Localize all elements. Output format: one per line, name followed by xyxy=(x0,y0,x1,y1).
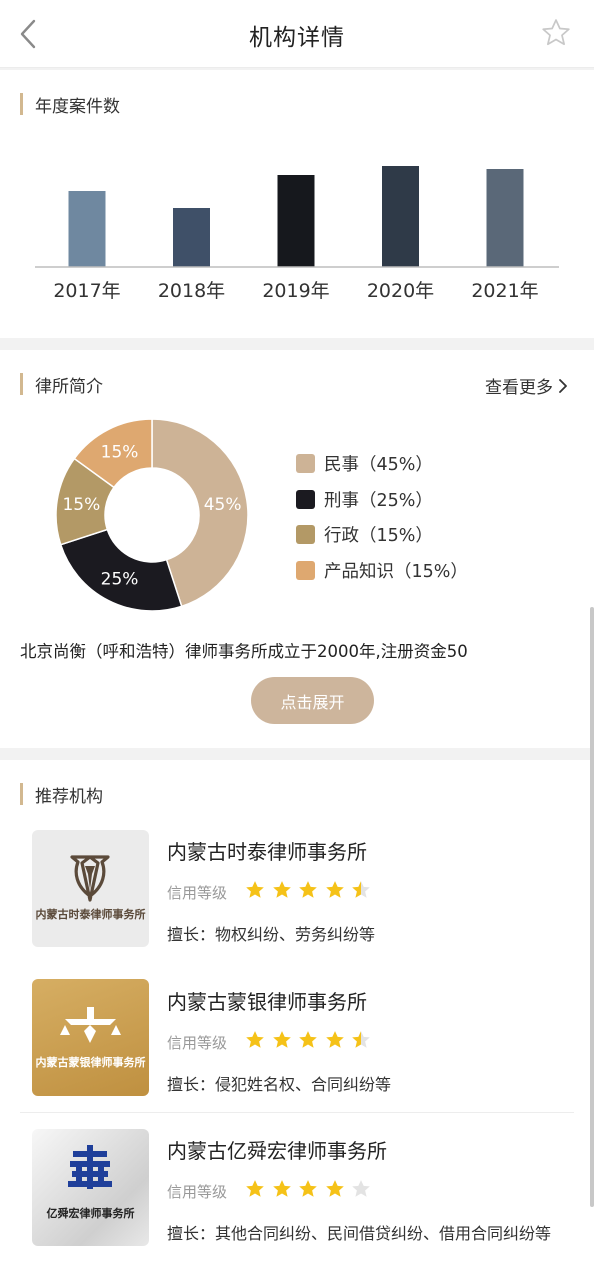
chevron-right-icon xyxy=(559,378,567,393)
scales-emblem-icon xyxy=(60,1007,121,1043)
top-nav-bar: 机构详情 xyxy=(0,0,594,68)
firm-emblem-icon xyxy=(68,1145,112,1189)
donut-slice-label: 45% xyxy=(204,495,242,515)
credit-rating-stars xyxy=(244,1029,377,1051)
section-accent-bar xyxy=(20,783,23,805)
page-title: 机构详情 xyxy=(249,25,345,51)
bar-0 xyxy=(68,191,106,267)
legend-label: 行政（15%） xyxy=(324,526,433,547)
firm-logo-text: 亿舜宏律师事务所 xyxy=(46,1207,135,1220)
x-tick-label: 2019年 xyxy=(262,280,329,302)
firm-specialty: 擅长：其他合同纠纷、民间借贷纠纷、借用合同纠纷等 xyxy=(167,1224,552,1243)
donut-slice-label: 15% xyxy=(101,442,139,462)
view-more-link[interactable]: 查看更多 xyxy=(485,373,570,398)
section-header: 推荐机构 xyxy=(20,783,103,807)
star-icon xyxy=(299,881,317,898)
favorite-button[interactable] xyxy=(540,17,572,49)
legend-swatch xyxy=(296,525,315,545)
expand-button[interactable]: 点击展开 xyxy=(251,677,374,724)
bar-3 xyxy=(382,166,419,267)
star-icon xyxy=(325,1180,344,1197)
view-more-label: 查看更多 xyxy=(485,378,553,398)
legend-item: 行政（15%） xyxy=(296,517,468,553)
firm-description: 北京尚衡（呼和浩特）律师事务所成立于2000年,注册资金50 xyxy=(20,642,468,661)
legend-swatch xyxy=(296,560,315,580)
scrollbar[interactable] xyxy=(590,607,594,1207)
legend-item: 刑事（25%） xyxy=(296,482,468,518)
firm-name: 内蒙古亿舜宏律师事务所 xyxy=(167,1139,387,1163)
bar-4 xyxy=(486,169,524,267)
x-tick-label: 2021年 xyxy=(471,280,538,302)
section-title: 推荐机构 xyxy=(35,786,103,807)
case-type-donut-chart: 45% 25% 15% 15% xyxy=(55,418,249,612)
donut-slice-label: 25% xyxy=(101,570,139,590)
star-icon xyxy=(352,1031,370,1048)
firm-logo: 亿舜宏律师事务所 xyxy=(32,1129,149,1246)
star-icon xyxy=(246,1031,264,1048)
annual-cases-card: 年度案件数 2017年 2018年 2019年 2020年 2021年 xyxy=(0,70,594,338)
donut-legend: 民事（45%） 刑事（25%） 行政（15%） 产品知识（15%） xyxy=(296,446,468,588)
tie-emblem-icon xyxy=(70,855,110,902)
firm-specialty: 擅长：物权纠纷、劳务纠纷等 xyxy=(167,925,376,944)
section-header: 律所简介 xyxy=(20,373,103,397)
legend-item: 产品知识（15%） xyxy=(296,553,468,589)
firm-logo-text: 内蒙古时泰律师事务所 xyxy=(35,908,146,921)
firm-logo: 内蒙古时泰律师事务所 xyxy=(32,830,149,947)
star-icon xyxy=(272,1031,291,1048)
firm-specialty: 擅长：侵犯姓名权、合同纠纷等 xyxy=(167,1075,392,1094)
star-icon xyxy=(325,1031,344,1048)
annual-cases-bar-chart: 2017年 2018年 2019年 2020年 2021年 xyxy=(35,166,559,302)
x-tick-label: 2020年 xyxy=(367,280,434,302)
firm-list-item[interactable]: 内蒙古蒙银律师事务所 内蒙古蒙银律师事务所 信用等级 擅长：侵犯姓名权、合同纠纷… xyxy=(0,970,594,1120)
bar-1 xyxy=(173,208,210,267)
legend-label: 刑事（25%） xyxy=(324,490,433,511)
bar-2 xyxy=(277,175,315,267)
firm-name: 内蒙古蒙银律师事务所 xyxy=(167,990,367,1014)
star-icon xyxy=(272,1180,291,1197)
section-title: 律所简介 xyxy=(35,376,103,397)
x-tick-label: 2018年 xyxy=(158,280,225,302)
star-icon xyxy=(325,881,344,898)
firm-logo-text: 内蒙古蒙银律师事务所 xyxy=(35,1056,146,1069)
firm-list-item[interactable]: 内蒙古时泰律师事务所 内蒙古时泰律师事务所 信用等级 擅长：物权纠纷、劳务纠纷等 xyxy=(0,820,594,970)
credit-rating-stars xyxy=(244,879,377,901)
firm-logo: 内蒙古蒙银律师事务所 xyxy=(32,979,149,1096)
donut-slice-label: 15% xyxy=(62,495,100,515)
credit-rating-stars xyxy=(244,1178,377,1200)
legend-swatch xyxy=(296,454,315,474)
star-icon xyxy=(272,881,291,898)
legend-label: 民事（45%） xyxy=(324,455,433,476)
star-icon xyxy=(299,1180,317,1197)
credit-rating-label: 信用等级 xyxy=(167,1183,228,1201)
section-accent-bar xyxy=(20,373,23,395)
x-tick-label: 2017年 xyxy=(53,280,120,302)
legend-swatch xyxy=(296,489,315,509)
star-icon xyxy=(352,1180,370,1197)
star-icon xyxy=(246,881,264,898)
legend-label: 产品知识（15%） xyxy=(324,561,468,582)
star-icon xyxy=(246,1180,264,1197)
credit-rating-label: 信用等级 xyxy=(167,1034,228,1052)
star-icon xyxy=(299,1031,317,1048)
firm-list-item[interactable]: 亿舜宏律师事务所 内蒙古亿舜宏律师事务所 信用等级 擅长：其他合同纠纷、民间借贷… xyxy=(0,1120,594,1270)
legend-item: 民事（45%） xyxy=(296,446,468,482)
list-divider xyxy=(20,1112,574,1113)
star-outline-icon xyxy=(542,19,570,46)
star-icon xyxy=(352,881,370,898)
credit-rating-label: 信用等级 xyxy=(167,884,228,902)
firm-name: 内蒙古时泰律师事务所 xyxy=(167,840,367,864)
